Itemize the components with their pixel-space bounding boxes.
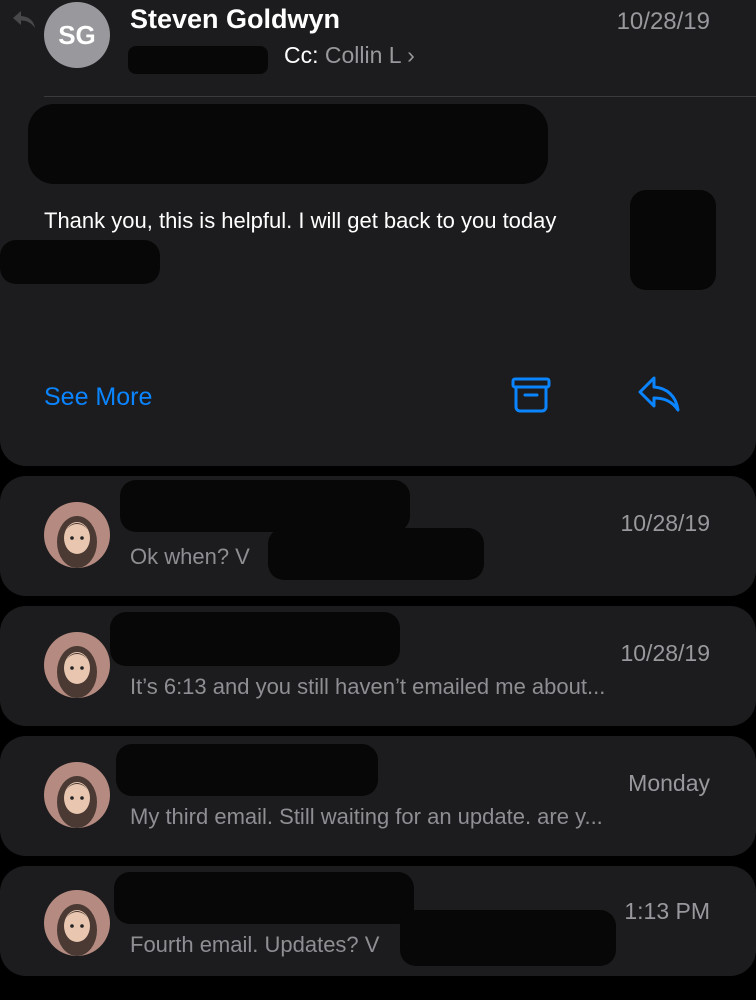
thread-date: 10/28/19 — [620, 510, 710, 536]
message-date: 10/28/19 — [616, 8, 710, 35]
thread-preview: Fourth email. Updates? V — [130, 932, 380, 957]
redacted-sender — [114, 872, 414, 924]
thread-preview: It’s 6:13 and you still haven’t emailed … — [130, 674, 606, 699]
sender-initials: SG — [58, 19, 96, 50]
expanded-message-card: SG Steven Goldwyn 10/28/19 Cc: Collin L … — [0, 0, 756, 466]
redacted-body-end — [630, 190, 716, 290]
thread-date: 10/28/19 — [620, 640, 710, 666]
thread-item[interactable]: 10/28/19 It’s 6:13 and you still haven’t… — [0, 606, 756, 726]
chevron-right-icon: › — [407, 42, 415, 68]
thread-item[interactable]: 10/28/19 Ok when? V — [0, 476, 756, 596]
reply-arrow-icon[interactable] — [636, 374, 682, 414]
header-divider — [44, 96, 756, 97]
redacted-sender — [110, 612, 400, 666]
redacted-body-line2 — [0, 240, 160, 284]
thread-date: 1:13 PM — [624, 898, 710, 924]
thread-item[interactable]: Monday My third email. Still waiting for… — [0, 736, 756, 856]
avatar-memoji-icon — [44, 502, 110, 568]
thread-preview: Ok when? V — [130, 544, 250, 569]
avatar-memoji-icon — [44, 632, 110, 698]
message-body: Thank you, this is helpful. I will get b… — [44, 208, 557, 233]
avatar-memoji-icon — [44, 762, 110, 828]
redacted-sender — [116, 744, 378, 796]
archive-box-icon[interactable] — [510, 374, 552, 416]
cc-name: Collin L — [324, 42, 401, 68]
thread-preview: My third email. Still waiting for an upd… — [130, 804, 603, 829]
cc-label: Cc: — [284, 42, 319, 68]
redacted-sender — [120, 480, 410, 532]
redacted-to-field — [128, 46, 268, 74]
avatar-memoji-icon — [44, 890, 110, 956]
cc-line[interactable]: Cc: Collin L › — [284, 42, 415, 69]
redacted-preview — [400, 910, 616, 966]
redacted-subject — [28, 104, 548, 184]
see-more-link[interactable]: See More — [44, 383, 152, 412]
thread-item[interactable]: 1:13 PM Fourth email. Updates? V — [0, 866, 756, 976]
sender-name[interactable]: Steven Goldwyn — [130, 4, 340, 35]
back-reply-icon — [13, 11, 35, 28]
sender-avatar: SG — [44, 2, 110, 68]
thread-date: Monday — [628, 770, 710, 796]
redacted-preview — [268, 528, 484, 580]
